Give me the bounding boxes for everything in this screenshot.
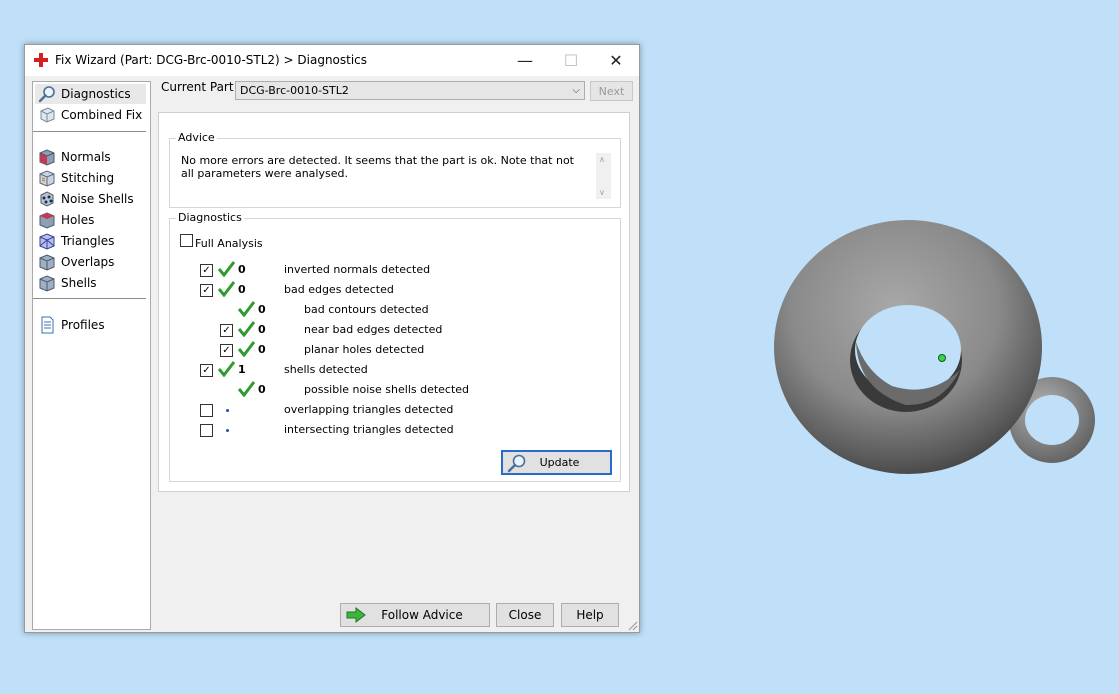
noise-shells-count: 0 xyxy=(258,383,266,396)
sidebar-item-label: Stitching xyxy=(61,171,115,185)
sidebar-item-overlaps[interactable]: Overlaps xyxy=(35,252,146,272)
bad-edges-count: 0 xyxy=(238,283,246,296)
noise-shells-icon xyxy=(40,191,54,207)
inverted-normals-count: 0 xyxy=(238,263,246,276)
sidebar-item-label: Overlaps xyxy=(61,255,115,269)
intersecting-triangles-label: intersecting triangles detected xyxy=(284,423,454,436)
current-part-label: Current Part: xyxy=(161,80,238,94)
sidebar-item-profiles[interactable]: Profiles xyxy=(35,315,146,335)
sidebar-item-label: Noise Shells xyxy=(61,192,134,206)
sidebar-item-noise-shells[interactable]: Noise Shells xyxy=(35,189,146,209)
diagnostics-title: Diagnostics xyxy=(176,211,244,224)
window-title: Fix Wizard (Part: DCG-Brc-0010-STL2) > D… xyxy=(55,53,368,67)
sidebar-item-label: Diagnostics xyxy=(61,87,131,101)
magnifier-icon xyxy=(38,86,55,103)
combined-fix-icon xyxy=(40,107,55,123)
fix-wizard-dialog: Fix Wizard (Part: DCG-Brc-0010-STL2) > D… xyxy=(24,44,640,633)
near-bad-edges-label: near bad edges detected xyxy=(304,323,443,336)
overlaps-icon xyxy=(39,254,55,271)
shells-label: shells detected xyxy=(284,363,368,376)
close-button[interactable]: Close xyxy=(496,603,554,627)
planar-holes-count: 0 xyxy=(258,343,266,356)
title-bar[interactable]: Fix Wizard (Part: DCG-Brc-0010-STL2) > D… xyxy=(25,45,639,76)
overlapping-triangles-label: overlapping triangles detected xyxy=(284,403,454,416)
sidebar-item-label: Profiles xyxy=(61,318,105,332)
ok-check-icon xyxy=(238,381,255,397)
near-bad-edges-count: 0 xyxy=(258,323,266,336)
advice-text: No more errors are detected. It seems th… xyxy=(181,154,574,180)
advice-scrollbar[interactable]: ∧ ∨ xyxy=(596,153,611,199)
diagnostics-group: Diagnostics Full Analysis ✓ 0 inverted n… xyxy=(169,211,621,482)
scroll-down-icon[interactable]: ∨ xyxy=(599,188,605,197)
update-button[interactable]: Update xyxy=(501,450,612,475)
red-cross-app-icon xyxy=(34,53,48,67)
ok-check-icon xyxy=(218,361,235,377)
wizard-nav-sidebar: Diagnostics Combined Fix Normals Stitchi… xyxy=(32,81,151,630)
shells-checkbox[interactable]: ✓ xyxy=(200,364,213,377)
green-arrow-icon xyxy=(346,607,366,623)
sidebar-divider xyxy=(33,298,146,299)
3d-model-part[interactable] xyxy=(760,210,1110,490)
sidebar-item-triangles[interactable]: Triangles xyxy=(35,231,146,251)
update-label: Update xyxy=(539,456,580,469)
diagnostics-panel: Advice No more errors are detected. It s… xyxy=(158,112,630,492)
resize-grip-icon[interactable] xyxy=(628,621,638,631)
advice-group: Advice No more errors are detected. It s… xyxy=(169,131,621,208)
minimize-button[interactable]: — xyxy=(502,45,548,76)
next-button[interactable]: Next xyxy=(590,81,633,101)
near-bad-edges-checkbox[interactable]: ✓ xyxy=(220,324,233,337)
normals-icon xyxy=(39,149,55,166)
magnifier-icon xyxy=(507,454,526,472)
inverted-normals-label: inverted normals detected xyxy=(284,263,431,276)
help-button[interactable]: Help xyxy=(561,603,619,627)
follow-advice-label: Follow Advice xyxy=(381,608,463,622)
sidebar-divider xyxy=(33,131,146,132)
holes-icon xyxy=(39,212,55,229)
inverted-normals-checkbox[interactable]: ✓ xyxy=(200,264,213,277)
advice-title: Advice xyxy=(176,131,217,144)
shells-count: 1 xyxy=(238,363,246,376)
bad-edges-checkbox[interactable]: ✓ xyxy=(200,284,213,297)
planar-holes-checkbox[interactable]: ✓ xyxy=(220,344,233,357)
sidebar-item-combined-fix[interactable]: Combined Fix xyxy=(35,105,146,125)
close-window-button[interactable]: ✕ xyxy=(593,45,639,76)
current-part-value: DCG-Brc-0010-STL2 xyxy=(240,84,349,97)
sidebar-item-holes[interactable]: Holes xyxy=(35,210,146,230)
current-part-select[interactable]: DCG-Brc-0010-STL2 ⌵ xyxy=(235,81,585,100)
not-analysed-dot-icon xyxy=(226,429,229,432)
sidebar-item-label: Shells xyxy=(61,276,97,290)
stitching-icon xyxy=(39,170,55,187)
ok-check-icon xyxy=(238,321,255,337)
bad-edges-label: bad edges detected xyxy=(284,283,394,296)
triangles-icon xyxy=(39,233,55,250)
ok-check-icon xyxy=(238,341,255,357)
sidebar-item-stitching[interactable]: Stitching xyxy=(35,168,146,188)
maximize-button[interactable]: ☐ xyxy=(548,45,594,76)
full-analysis-checkbox[interactable] xyxy=(180,234,193,247)
bad-contours-label: bad contours detected xyxy=(304,303,429,316)
follow-advice-button[interactable]: Follow Advice xyxy=(340,603,490,627)
planar-holes-label: planar holes detected xyxy=(304,343,425,356)
noise-shells-label: possible noise shells detected xyxy=(304,383,470,396)
scroll-up-icon[interactable]: ∧ xyxy=(599,155,605,164)
sidebar-item-normals[interactable]: Normals xyxy=(35,147,146,167)
bad-contours-count: 0 xyxy=(258,303,266,316)
overlapping-triangles-checkbox[interactable] xyxy=(200,404,213,417)
sidebar-item-label: Combined Fix xyxy=(61,108,143,122)
ok-check-icon xyxy=(218,261,235,277)
sidebar-item-label: Normals xyxy=(61,150,111,164)
chevron-down-icon: ⌵ xyxy=(572,85,580,96)
sidebar-item-label: Triangles xyxy=(61,234,115,248)
ok-check-icon xyxy=(218,281,235,297)
sidebar-item-label: Holes xyxy=(61,213,95,227)
intersecting-triangles-checkbox[interactable] xyxy=(200,424,213,437)
not-analysed-dot-icon xyxy=(226,409,229,412)
ok-check-icon xyxy=(238,301,255,317)
sidebar-item-shells[interactable]: Shells xyxy=(35,273,146,293)
full-analysis-label: Full Analysis xyxy=(195,237,263,250)
shells-icon xyxy=(39,275,55,292)
sidebar-item-diagnostics[interactable]: Diagnostics xyxy=(35,84,146,104)
profiles-icon xyxy=(41,316,54,334)
